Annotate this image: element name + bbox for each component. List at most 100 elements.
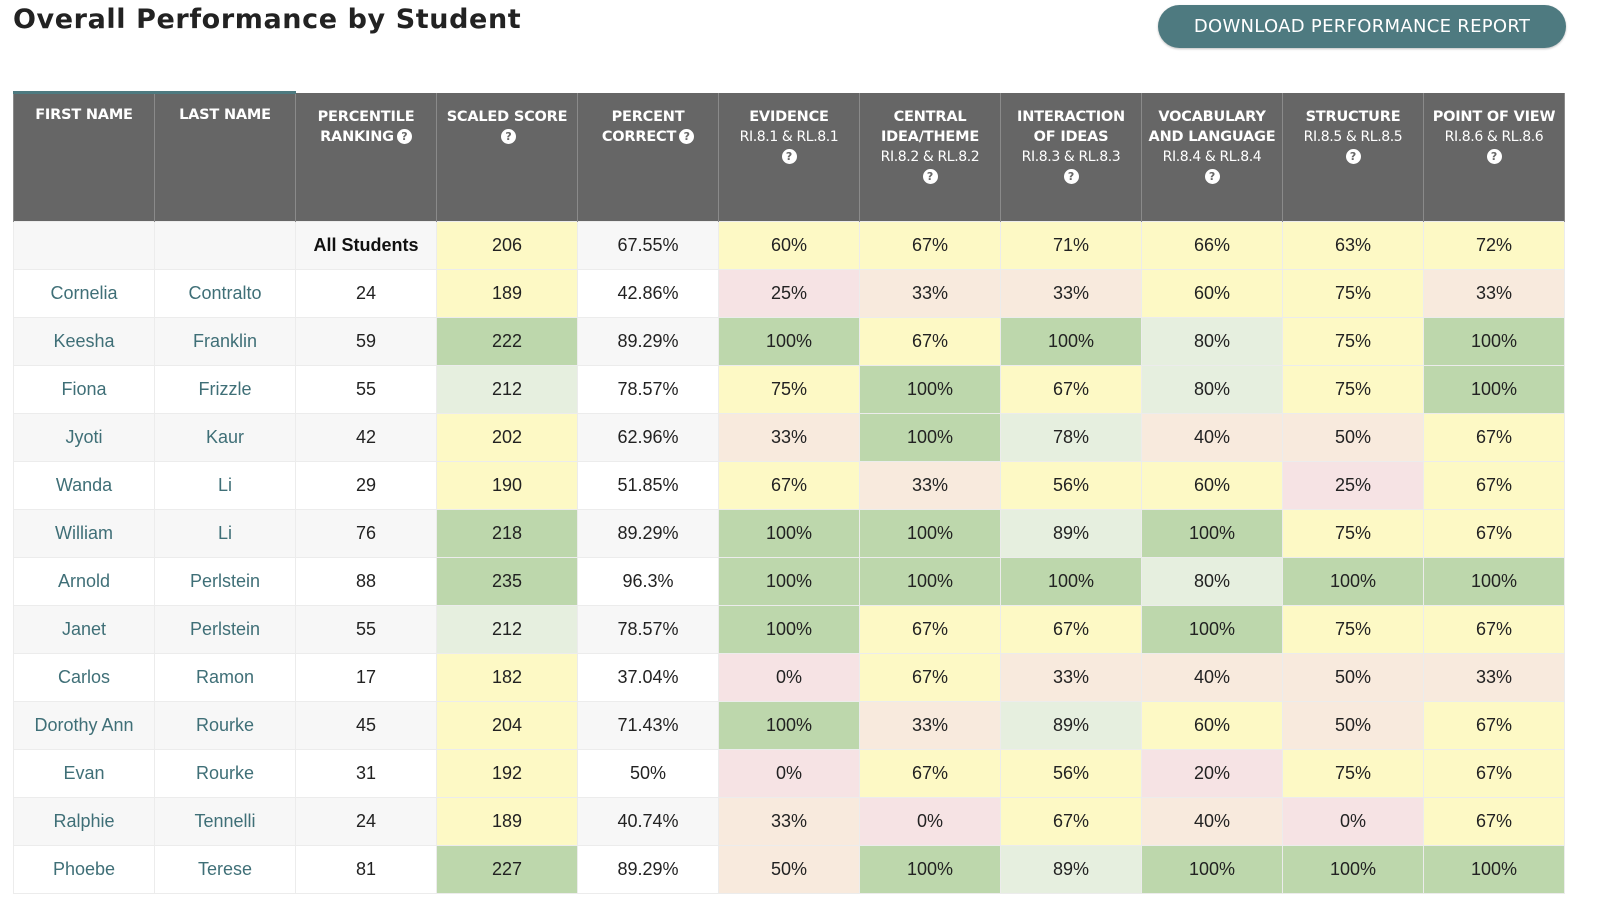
last-name-link[interactable]: Kaur <box>154 413 296 462</box>
skill-score-cell: 67% <box>1423 461 1565 510</box>
skill-score-cell: 33% <box>859 461 1001 510</box>
skill-score-cell: 100% <box>1141 605 1283 654</box>
skill-score-cell: 67% <box>1423 413 1565 462</box>
last-name-link[interactable]: Terese <box>154 845 296 894</box>
skill-score-cell: 67% <box>1423 509 1565 558</box>
help-icon[interactable]: ? <box>501 128 516 144</box>
skill-score-cell: 100% <box>859 365 1001 414</box>
skill-score-cell: 67% <box>1423 797 1565 846</box>
skill-score-cell: 100% <box>1423 845 1565 894</box>
last-name-link[interactable]: Contralto <box>154 269 296 318</box>
first-name-link[interactable]: Ralphie <box>13 797 155 846</box>
first-name-cell <box>13 221 155 270</box>
scaled-score-cell: 218 <box>436 509 578 558</box>
first-name-link[interactable]: Dorothy Ann <box>13 701 155 750</box>
percent-correct-cell: 40.74% <box>577 797 719 846</box>
last-name-link[interactable]: Ramon <box>154 653 296 702</box>
percent-correct-cell: 89.29% <box>577 317 719 366</box>
all-students-label: All Students <box>295 221 437 270</box>
help-icon[interactable]: ? <box>1063 168 1079 184</box>
column-title: CENTRAL IDEA/THEME <box>880 108 980 145</box>
column-header-point-of-view[interactable]: POINT OF VIEW RI.8.6 & RL.8.6? <box>1423 92 1565 222</box>
column-header-percent-correct[interactable]: PERCENT CORRECT? <box>577 92 719 222</box>
column-header-last-name[interactable]: LAST NAME <box>154 91 296 222</box>
first-name-link[interactable]: Cornelia <box>13 269 155 318</box>
first-name-link[interactable]: Carlos <box>13 653 155 702</box>
percent-correct-cell: 96.3% <box>577 557 719 606</box>
skill-score-cell: 80% <box>1141 317 1283 366</box>
percentile-ranking-cell: 55 <box>295 605 437 654</box>
standard-codes: RI.8.6 & RL.8.6 <box>1444 128 1544 145</box>
percentile-ranking-cell: 88 <box>295 557 437 606</box>
skill-score-cell: 100% <box>859 413 1001 462</box>
column-header-central-idea-theme[interactable]: CENTRAL IDEA/THEME RI.8.2 & RL.8.2? <box>859 92 1001 222</box>
last-name-link[interactable]: Frizzle <box>154 365 296 414</box>
first-name-link[interactable]: William <box>13 509 155 558</box>
scaled-score-cell: 189 <box>436 269 578 318</box>
skill-score-cell: 56% <box>1000 461 1142 510</box>
percent-correct-cell: 78.57% <box>577 365 719 414</box>
skill-score-cell: 75% <box>1282 749 1424 798</box>
help-icon[interactable]: ? <box>1204 168 1220 184</box>
last-name-link[interactable]: Li <box>154 509 296 558</box>
help-icon[interactable]: ? <box>922 168 938 184</box>
skill-score-cell: 100% <box>1282 845 1424 894</box>
skill-score-cell: 50% <box>1282 653 1424 702</box>
first-name-link[interactable]: Phoebe <box>13 845 155 894</box>
scaled-score-cell: 235 <box>436 557 578 606</box>
help-icon[interactable]: ? <box>1345 148 1361 164</box>
scaled-score-cell: 182 <box>436 653 578 702</box>
skill-score-cell: 25% <box>1282 461 1424 510</box>
help-icon[interactable]: ? <box>781 148 797 164</box>
help-icon[interactable]: ? <box>679 128 695 144</box>
first-name-link[interactable]: Jyoti <box>13 413 155 462</box>
skill-score-cell: 60% <box>718 221 860 270</box>
column-header-vocabulary-and-language[interactable]: VOCABULARY AND LANGUAGE RI.8.4 & RL.8.4? <box>1141 92 1283 222</box>
scaled-score-cell: 227 <box>436 845 578 894</box>
percent-correct-cell: 62.96% <box>577 413 719 462</box>
column-header-percentile-ranking[interactable]: PERCENTILE RANKING? <box>295 92 437 222</box>
last-name-link[interactable]: Perlstein <box>154 605 296 654</box>
percent-correct-cell: 71.43% <box>577 701 719 750</box>
skill-score-cell: 100% <box>1141 509 1283 558</box>
percent-correct-cell: 50% <box>577 749 719 798</box>
student-row: Carlos Ramon 17 182 37.04% 0% 67% 33% 40% 50% 33% <box>13 653 1565 702</box>
last-name-link[interactable]: Li <box>154 461 296 510</box>
column-header-interaction-of-ideas[interactable]: INTERACTION OF IDEAS RI.8.3 & RL.8.3? <box>1000 92 1142 222</box>
last-name-link[interactable]: Tennelli <box>154 797 296 846</box>
help-icon[interactable]: ? <box>396 128 412 144</box>
last-name-link[interactable]: Rourke <box>154 749 296 798</box>
skill-score-cell: 33% <box>1423 269 1565 318</box>
percentile-ranking-cell: 81 <box>295 845 437 894</box>
page-title: Overall Performance by Student <box>13 4 522 35</box>
first-name-link[interactable]: Keesha <box>13 317 155 366</box>
skill-score-cell: 100% <box>1423 365 1565 414</box>
student-row: Janet Perlstein 55 212 78.57% 100% 67% 67% 100% 7… <box>13 605 1565 654</box>
skill-score-cell: 67% <box>859 653 1001 702</box>
last-name-link[interactable]: Rourke <box>154 701 296 750</box>
last-name-link[interactable]: Franklin <box>154 317 296 366</box>
performance-table: FIRST NAME LAST NAME PERCENTILE RANKING? SC… <box>13 91 1565 894</box>
column-title: POINT OF VIEW <box>1432 108 1556 125</box>
skill-score-cell: 89% <box>1000 509 1142 558</box>
column-header-evidence[interactable]: EVIDENCE RI.8.1 & RL.8.1? <box>718 92 860 222</box>
download-performance-report-button[interactable]: DOWNLOAD PERFORMANCE REPORT <box>1158 5 1566 48</box>
student-row: Fiona Frizzle 55 212 78.57% 75% 100% 67% 80% 75% 1… <box>13 365 1565 414</box>
column-title: LAST NAME <box>179 107 271 123</box>
skill-score-cell: 75% <box>1282 509 1424 558</box>
last-name-link[interactable]: Perlstein <box>154 557 296 606</box>
column-header-first-name[interactable]: FIRST NAME <box>13 91 155 222</box>
column-header-structure[interactable]: STRUCTURE RI.8.5 & RL.8.5? <box>1282 92 1424 222</box>
first-name-link[interactable]: Wanda <box>13 461 155 510</box>
skill-score-cell: 67% <box>1000 605 1142 654</box>
percentile-ranking-cell: 17 <box>295 653 437 702</box>
column-header-scaled-score[interactable]: SCALED SCORE? <box>436 92 578 222</box>
skill-score-cell: 100% <box>718 605 860 654</box>
first-name-link[interactable]: Arnold <box>13 557 155 606</box>
skill-score-cell: 20% <box>1141 749 1283 798</box>
first-name-link[interactable]: Janet <box>13 605 155 654</box>
first-name-link[interactable]: Fiona <box>13 365 155 414</box>
percentile-ranking-cell: 76 <box>295 509 437 558</box>
help-icon[interactable]: ? <box>1486 148 1502 164</box>
first-name-link[interactable]: Evan <box>13 749 155 798</box>
